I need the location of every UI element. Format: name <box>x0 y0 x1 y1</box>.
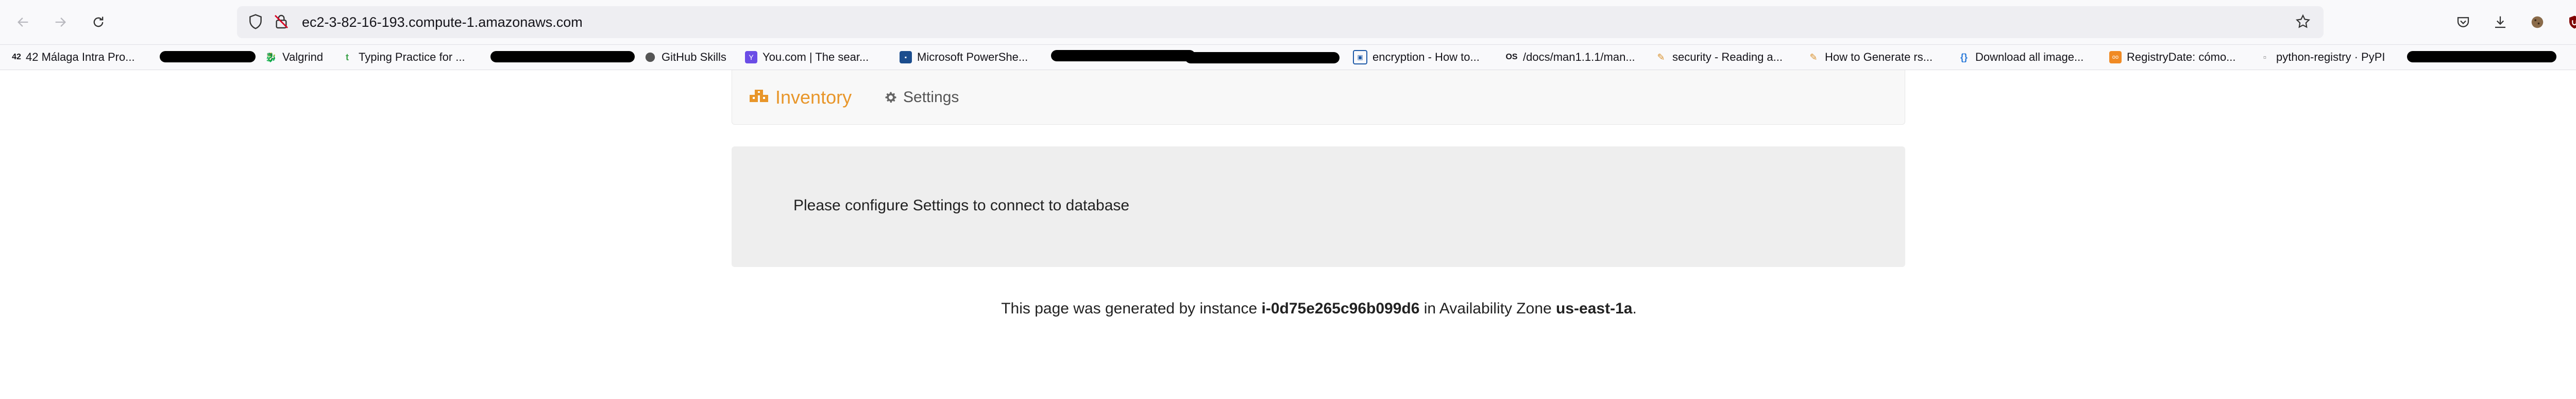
redaction-mark <box>2407 51 2556 62</box>
redaction-mark <box>1051 50 1195 61</box>
bookmark-item[interactable]: OS /docs/man1.1.1/man... <box>1505 48 1635 66</box>
security-se-icon: ✎ <box>1657 52 1665 62</box>
bookmark-item[interactable]: t Typing Practice for ... <box>341 48 465 66</box>
bookmark-item[interactable]: oo RegistryDate: cómo... <box>2109 48 2236 66</box>
redaction-mark <box>1185 52 1340 63</box>
registry-icon: oo <box>2109 51 2122 63</box>
redaction-mark <box>490 51 635 62</box>
42-logo-icon: 42 <box>12 53 21 61</box>
pypi-icon: ▫ <box>2263 52 2267 62</box>
bookmark-item[interactable]: ✎ security - Reading a... <box>1655 48 1783 66</box>
extension-ublock-button[interactable] <box>2564 11 2576 33</box>
bookmark-item[interactable]: {} Download all image... <box>1958 48 2083 66</box>
youcom-icon: Y <box>745 51 757 63</box>
address-bar[interactable]: ec2-3-82-16-193.compute-1.amazonaws.com <box>237 6 2324 38</box>
pocket-button[interactable] <box>2452 11 2474 33</box>
braces-icon: {} <box>1960 52 1968 62</box>
openssl-icon: OS <box>1505 53 1518 61</box>
ublock-shield-icon <box>2569 15 2576 29</box>
alert-panel: Please configure Settings to connect to … <box>732 146 1905 267</box>
forward-button[interactable] <box>49 11 71 33</box>
availability-zone: us-east-1a <box>1556 300 1633 317</box>
reload-icon <box>93 16 104 27</box>
downloads-button[interactable] <box>2489 11 2511 33</box>
stackexchange-icon: ▣ <box>1353 50 1367 64</box>
instance-id: i-0d75e265c96b099d6 <box>1261 300 1420 317</box>
extension-cookie-button[interactable] <box>2527 11 2548 33</box>
github-icon <box>644 51 656 63</box>
bookmark-item[interactable]: ▪ Microsoft PowerShe... <box>900 48 1028 66</box>
footer-suffix: . <box>1632 300 1637 317</box>
footer-middle: in Availability Zone <box>1419 300 1556 317</box>
bookmark-item[interactable]: ▣ encryption - How to... <box>1353 48 1480 66</box>
bookmark-item[interactable]: Y You.com | The sear... <box>745 48 869 66</box>
settings-label: Settings <box>903 89 959 106</box>
instance-footer: This page was generated by instance i-0d… <box>0 300 2576 318</box>
reload-button[interactable] <box>88 11 109 33</box>
valgrind-dragon-icon: 🐉 <box>265 52 277 62</box>
arrow-right-icon <box>55 18 66 27</box>
gear-icon <box>885 92 896 103</box>
brand-label: Inventory <box>775 87 852 108</box>
configure-message: Please configure Settings to connect to … <box>793 197 1130 214</box>
bookmark-item[interactable]: ✎ How to Generate rs... <box>1807 48 1933 66</box>
pocket-icon <box>2457 17 2469 27</box>
howto-icon: ✎ <box>1809 52 1818 62</box>
back-button[interactable] <box>12 11 34 33</box>
arrow-left-icon <box>18 18 28 27</box>
browser-toolbar: ec2-3-82-16-193.compute-1.amazonaws.com <box>0 0 2576 45</box>
bookmark-item[interactable]: GitHub Skills <box>644 48 726 66</box>
app-navbar: Inventory Settings <box>732 70 1905 125</box>
download-icon <box>2495 16 2505 28</box>
bookmarks-toolbar: 42 42 Málaga Intra Pro... 🐉 Valgrind t T… <box>0 45 2576 70</box>
bookmark-item[interactable]: 42 42 Málaga Intra Pro... <box>10 48 134 66</box>
boxes-icon <box>750 90 768 102</box>
bookmark-item[interactable]: ▫ python-registry · PyPI <box>2259 48 2385 66</box>
settings-link[interactable]: Settings <box>884 89 959 106</box>
footer-prefix: This page was generated by instance <box>1001 300 1262 317</box>
cookie-icon <box>2531 16 2544 28</box>
brand-link[interactable]: Inventory <box>749 87 852 108</box>
redaction-mark <box>160 51 256 62</box>
insecure-lock-icon[interactable] <box>273 13 290 32</box>
bookmark-star-icon[interactable] <box>2295 13 2311 32</box>
shield-icon[interactable] <box>247 13 264 32</box>
bookmark-item[interactable]: 🐉 Valgrind <box>265 48 323 66</box>
url-text[interactable]: ec2-3-82-16-193.compute-1.amazonaws.com <box>302 14 583 30</box>
microsoft-docs-icon: ▪ <box>900 51 912 63</box>
typing-t-icon: t <box>346 52 349 62</box>
